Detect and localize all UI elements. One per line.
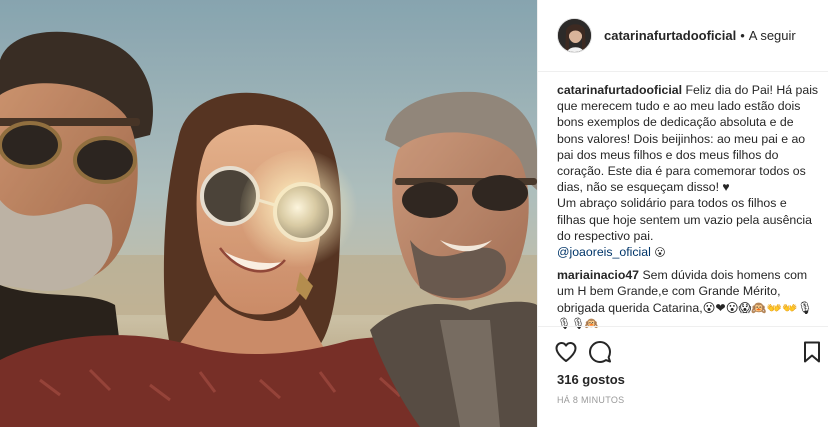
caption-line: dias, não se esqueçam disso! ♥ bbox=[557, 180, 730, 195]
caption-line: filhas que hoje sentem um vazio pela aus… bbox=[557, 212, 812, 227]
caption-line: pai dos meus filhos e dos meus filhos do bbox=[557, 147, 779, 162]
comments-section: catarinafurtadooficial Feliz dia do Pai!… bbox=[557, 82, 819, 338]
caption-line: que merecem tudo e ao meu lado estão doi… bbox=[557, 99, 801, 114]
comment-line: mariainacio47 Sem dúvida dois homens com bbox=[557, 267, 819, 283]
divider bbox=[538, 326, 828, 327]
caption-line: bons valores! Dois beijinhos: ao meu pai… bbox=[557, 131, 806, 146]
surprised-emoji-icon: 😮 bbox=[654, 246, 666, 260]
post-header: catarinafurtadooficial • A seguir bbox=[538, 0, 828, 72]
caption-line: bons exemplos de dedicação absoluta e de bbox=[557, 115, 794, 130]
caption-line: @joaoreis_oficial 😮 bbox=[557, 244, 819, 261]
caption-username[interactable]: catarinafurtadooficial bbox=[557, 83, 682, 97]
comment-username[interactable]: mariainacio47 bbox=[557, 268, 639, 282]
post-side-panel: catarinafurtadooficial • A seguir catari… bbox=[537, 0, 828, 427]
caption-text: Feliz dia do Pai! Há pais bbox=[685, 83, 819, 97]
action-bar bbox=[554, 340, 824, 366]
heart-outline-icon[interactable] bbox=[554, 340, 578, 369]
header-separator: • bbox=[740, 28, 745, 43]
speech-bubble-icon[interactable] bbox=[588, 340, 612, 369]
bookmark-icon[interactable] bbox=[800, 340, 824, 369]
post-timestamp: HÁ 8 MINUTOS bbox=[557, 395, 625, 405]
caption-line: Um abraço solidário para todos os filhos… bbox=[557, 196, 787, 211]
comment: mariainacio47 Sem dúvida dois homens com… bbox=[557, 267, 819, 332]
caption: catarinafurtadooficial Feliz dia do Pai!… bbox=[557, 82, 819, 261]
follow-button[interactable]: A seguir bbox=[749, 28, 796, 43]
comment-line: obrigada querida Catarina,😮❤😮😱🙉👐👐🎙 bbox=[557, 300, 813, 315]
comment-line: um H bem Grande,e com Grande Mérito, bbox=[557, 284, 781, 299]
instagram-post: catarinafurtadooficial • A seguir catari… bbox=[0, 0, 828, 427]
selfie-image bbox=[0, 0, 537, 427]
caption-line: catarinafurtadooficial Feliz dia do Pai!… bbox=[557, 82, 819, 98]
comment-text: Sem dúvida dois homens com bbox=[642, 268, 808, 283]
mention-link[interactable]: @joaoreis_oficial bbox=[557, 245, 651, 259]
post-photo[interactable] bbox=[0, 0, 537, 427]
comment-emoji-line: 🎙🎙🙉 bbox=[557, 316, 599, 330]
likes-count[interactable]: 316 gostos bbox=[557, 372, 625, 387]
header-username[interactable]: catarinafurtadooficial bbox=[604, 28, 736, 43]
caption-line: coração. Este dia é para comemorar todos… bbox=[557, 164, 806, 179]
caption-line: do respectivo pai. bbox=[557, 228, 654, 243]
avatar[interactable] bbox=[557, 18, 592, 53]
